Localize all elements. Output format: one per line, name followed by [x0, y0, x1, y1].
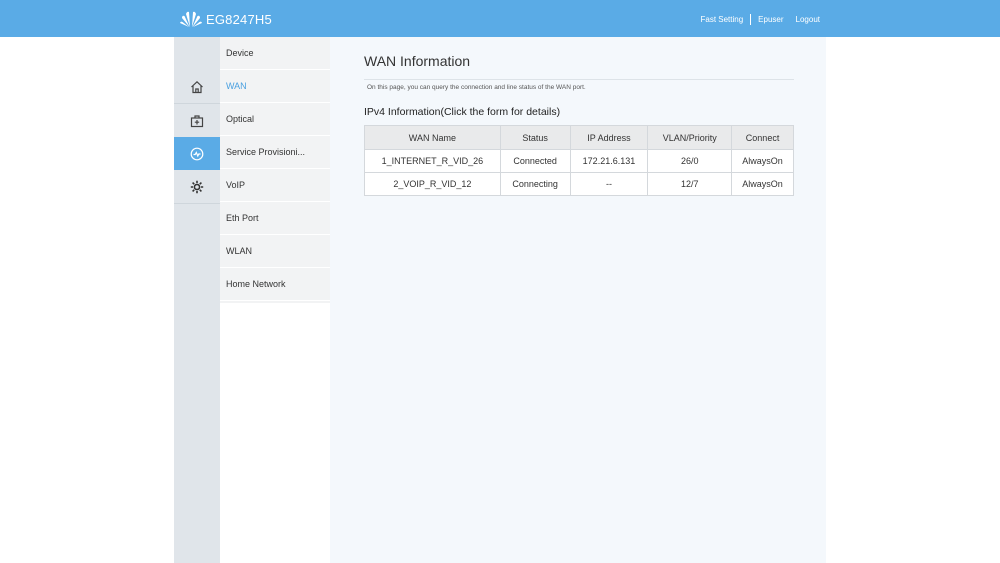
- top-bar: EG8247H5 Fast Setting Epuser Logout: [0, 0, 1000, 37]
- cell-ip-address: 172.21.6.131: [569, 149, 649, 173]
- nav-settings-button[interactable]: [174, 170, 220, 203]
- user-link[interactable]: Epuser: [758, 15, 783, 24]
- nav-home-button[interactable]: [174, 70, 220, 103]
- cell-connect: AlwaysOn: [731, 172, 794, 196]
- cell-ip-address: --: [569, 172, 649, 196]
- nav-maintain-button[interactable]: [174, 104, 220, 137]
- cell-wan-name: 2_VOIP_R_VID_12: [364, 172, 501, 196]
- page-description: On this page, you can query the connecti…: [367, 84, 586, 91]
- column-header-connect: Connect: [731, 125, 794, 150]
- cell-connect: AlwaysOn: [731, 149, 794, 173]
- home-icon: [191, 80, 203, 93]
- table-row[interactable]: 1_INTERNET_R_VID_26 Connected 172.21.6.1…: [364, 149, 794, 173]
- medkit-icon: [190, 114, 204, 127]
- table-header-row: WAN Name Status IP Address VLAN/Priority…: [364, 125, 794, 150]
- column-header-ip-address: IP Address: [569, 125, 649, 150]
- submenu-item-optical[interactable]: Optical: [220, 103, 330, 136]
- cell-vlan-priority: 26/0: [647, 149, 733, 173]
- gear-icon: [190, 180, 204, 193]
- icon-sidebar: [174, 37, 226, 563]
- submenu-item-service-provisioning[interactable]: Service Provisioni...: [220, 136, 330, 169]
- title-divider: [364, 79, 794, 80]
- wan-table: WAN Name Status IP Address VLAN/Priority…: [364, 125, 794, 196]
- main-content: WAN Information On this page, you can qu…: [330, 37, 826, 563]
- submenu-item-wan[interactable]: WAN: [220, 70, 330, 103]
- cell-status: Connected: [499, 149, 571, 173]
- product-name: EG8247H5: [206, 11, 272, 27]
- submenu-item-voip[interactable]: VoIP: [220, 169, 330, 202]
- nav-diagnose-button[interactable]: [174, 137, 226, 170]
- fast-setting-link[interactable]: Fast Setting: [700, 15, 743, 24]
- submenu-item-device[interactable]: Device: [220, 37, 330, 70]
- column-header-vlan-priority: VLAN/Priority: [647, 125, 733, 150]
- submenu-item-wlan[interactable]: WLAN: [220, 235, 330, 268]
- submenu-background: [220, 303, 330, 563]
- section-title: IPv4 Information(Click the form for deta…: [364, 106, 561, 118]
- logout-link[interactable]: Logout: [796, 15, 820, 24]
- brand: EG8247H5: [180, 9, 272, 29]
- top-links: Fast Setting Epuser Logout: [700, 14, 820, 25]
- submenu-item-home-network[interactable]: Home Network: [220, 268, 330, 301]
- huawei-logo-icon: [180, 11, 202, 27]
- diagnose-icon: [190, 147, 204, 160]
- column-header-status: Status: [499, 125, 571, 150]
- submenu: Device WAN Optical Service Provisioni...…: [220, 37, 330, 303]
- page-title: WAN Information: [364, 53, 471, 69]
- cell-wan-name: 1_INTERNET_R_VID_26: [364, 149, 501, 173]
- cell-vlan-priority: 12/7: [647, 172, 733, 196]
- submenu-item-eth-port[interactable]: Eth Port: [220, 202, 330, 235]
- cell-status: Connecting: [499, 172, 571, 196]
- column-header-wan-name: WAN Name: [364, 125, 501, 150]
- link-divider: [750, 14, 752, 25]
- table-row[interactable]: 2_VOIP_R_VID_12 Connecting -- 12/7 Alway…: [364, 172, 794, 196]
